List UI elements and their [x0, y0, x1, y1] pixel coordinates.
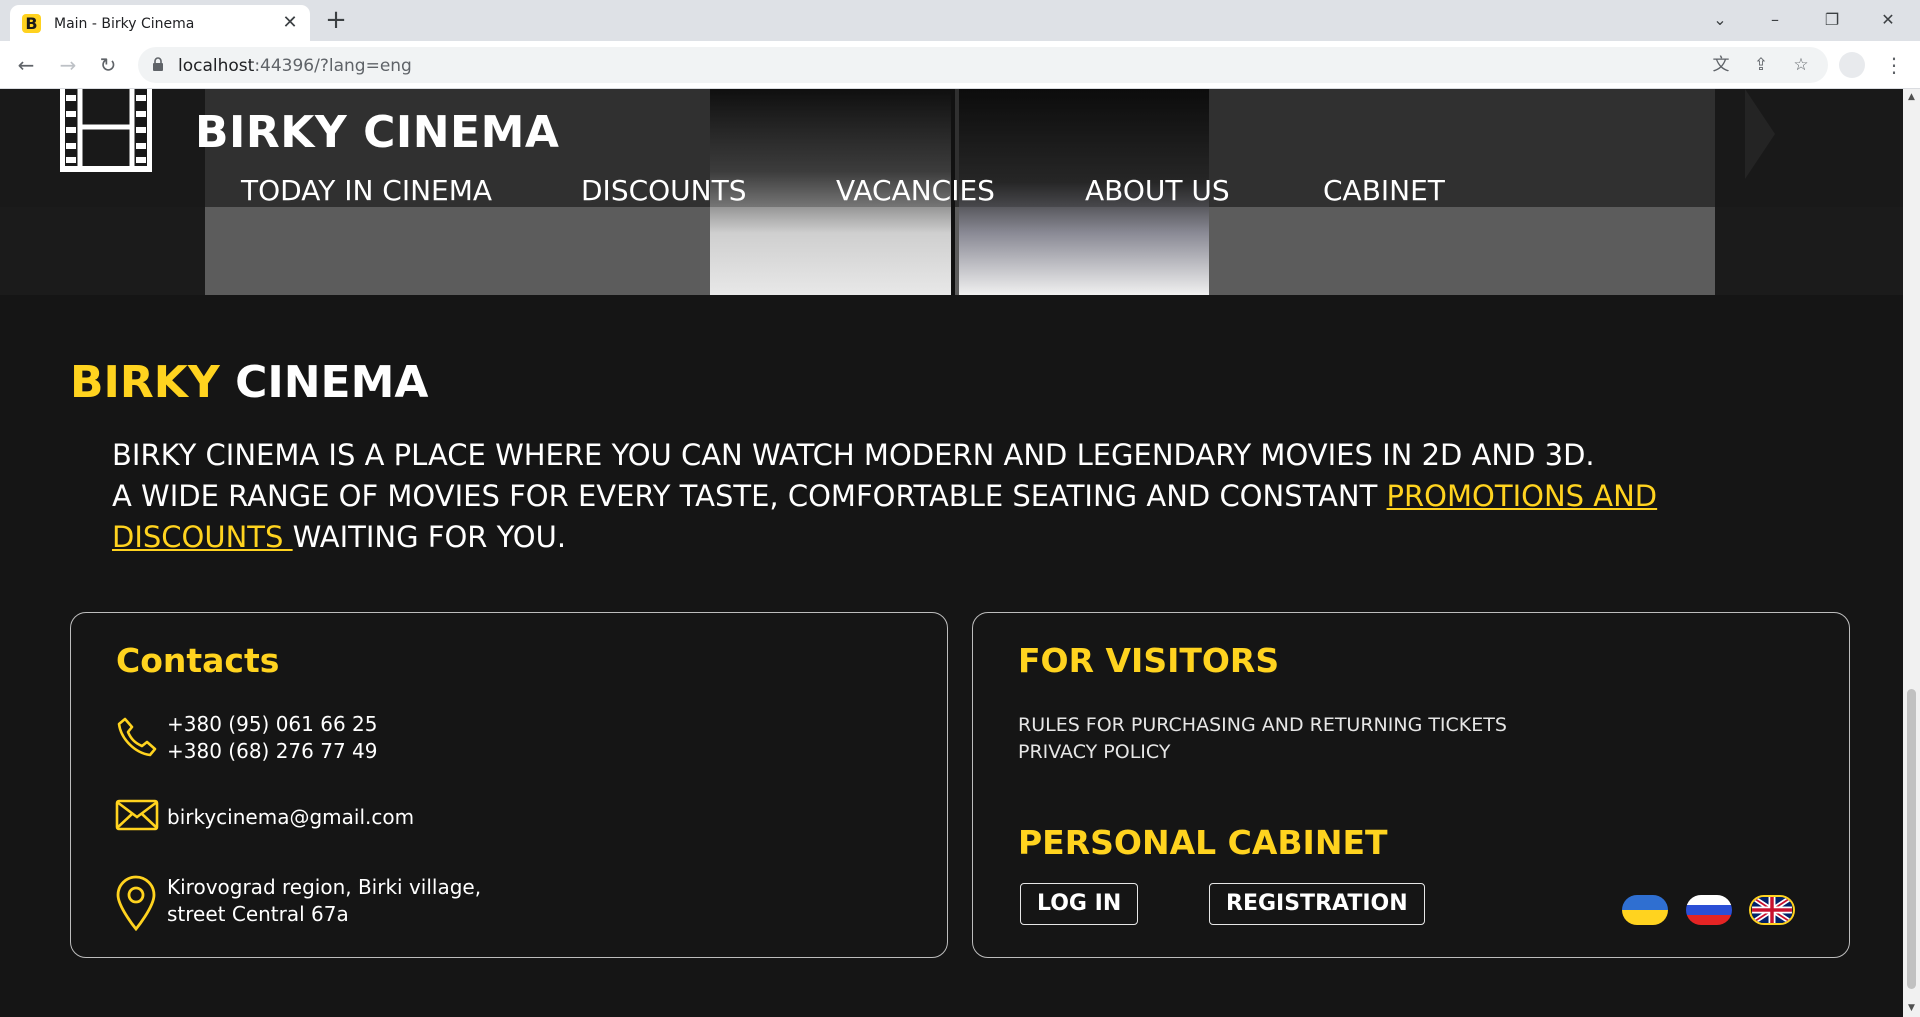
- tickets-rules-link[interactable]: RULES FOR PURCHASING AND RETURNING TICKE…: [1018, 714, 1507, 736]
- nav-discounts[interactable]: DISCOUNTS: [581, 174, 747, 207]
- back-button[interactable]: ←: [12, 51, 40, 79]
- personal-cabinet-title: PERSONAL CABINET: [1018, 823, 1388, 862]
- browser-tabbar: B Main - Birky Cinema ✕ + ⌄ – ❐ ✕: [0, 0, 1920, 41]
- scroll-thumb[interactable]: [1907, 689, 1916, 989]
- email-address[interactable]: birkycinema@gmail.com: [167, 804, 414, 831]
- address-line-2: street Central 67a: [167, 902, 349, 926]
- about-description: BIRKY CINEMA IS A PLACE WHERE YOU CAN WA…: [112, 438, 1658, 554]
- privacy-policy-link[interactable]: PRIVACY POLICY: [1018, 741, 1170, 763]
- login-button[interactable]: LOG IN: [1020, 883, 1139, 925]
- close-tab-icon[interactable]: ✕: [280, 13, 300, 33]
- visitors-title: FOR VISITORS: [1018, 641, 1280, 680]
- scroll-up-icon[interactable]: ▲: [1903, 89, 1920, 106]
- nav-cabinet[interactable]: CABINET: [1323, 174, 1445, 207]
- nav-about-us[interactable]: ABOUT US: [1085, 174, 1230, 207]
- email-icon: [115, 799, 159, 831]
- tab-search-icon[interactable]: ⌄: [1700, 6, 1740, 34]
- tab-title: Main - Birky Cinema: [54, 16, 195, 32]
- browser-tab[interactable]: B Main - Birky Cinema ✕: [10, 5, 310, 41]
- uk-flag-icon[interactable]: [1749, 895, 1795, 925]
- url-text: localhost:44396/?lang=eng: [178, 56, 412, 76]
- location-pin-icon: [116, 875, 156, 931]
- contacts-title: Contacts: [116, 641, 280, 680]
- ukrainian-flag-icon[interactable]: [1622, 895, 1668, 925]
- reload-button[interactable]: ↻: [94, 51, 122, 79]
- share-icon[interactable]: ⇪: [1750, 54, 1772, 76]
- visitors-card: FOR VISITORS RULES FOR PURCHASING AND RE…: [972, 612, 1850, 958]
- phone-number-1[interactable]: +380 (95) 061 66 25: [167, 711, 378, 738]
- forward-button[interactable]: →: [54, 51, 82, 79]
- minimize-button[interactable]: –: [1755, 6, 1795, 34]
- film-strip-logo-icon[interactable]: [60, 89, 152, 173]
- address-bar[interactable]: localhost:44396/?lang=eng 文 ⇪ ☆: [138, 47, 1828, 83]
- russian-flag-icon[interactable]: [1686, 895, 1732, 925]
- profile-avatar-icon[interactable]: [1839, 52, 1865, 78]
- close-window-button[interactable]: ✕: [1868, 6, 1908, 34]
- hero-slider: BIRKY CINEMA TODAY IN CINEMA DISCOUNTS V…: [0, 89, 1903, 295]
- phone-icon: [117, 717, 157, 757]
- nav-vacancies[interactable]: VACANCIES: [836, 174, 995, 207]
- translate-icon[interactable]: 文: [1710, 54, 1732, 76]
- new-tab-button[interactable]: +: [322, 7, 350, 35]
- restore-button[interactable]: ❐: [1812, 6, 1852, 34]
- lock-icon[interactable]: [152, 57, 164, 72]
- phone-number-2[interactable]: +380 (68) 276 77 49: [167, 738, 378, 765]
- browser-menu-icon[interactable]: ⋮: [1880, 51, 1908, 79]
- nav-today-in-cinema[interactable]: TODAY IN CINEMA: [241, 174, 492, 207]
- registration-button[interactable]: REGISTRATION: [1209, 883, 1425, 925]
- contacts-card: Contacts +380 (95) 061 66 25 +380 (68) 2…: [70, 612, 948, 958]
- site-brand[interactable]: BIRKY CINEMA: [195, 107, 559, 158]
- browser-toolbar: ← → ↻ localhost:44396/?lang=eng 文 ⇪ ☆ ⋮: [0, 41, 1920, 89]
- page: BIRKY CINEMA TODAY IN CINEMA DISCOUNTS V…: [0, 89, 1903, 1017]
- bookmark-star-icon[interactable]: ☆: [1790, 54, 1812, 76]
- page-scrollbar[interactable]: ▲ ▼: [1903, 89, 1920, 1017]
- about-title: BIRKY CINEMA: [70, 357, 429, 408]
- address-line-1: Kirovograd region, Birki village,: [167, 875, 482, 899]
- scroll-down-icon[interactable]: ▼: [1903, 1000, 1920, 1017]
- favicon-icon: B: [22, 14, 41, 33]
